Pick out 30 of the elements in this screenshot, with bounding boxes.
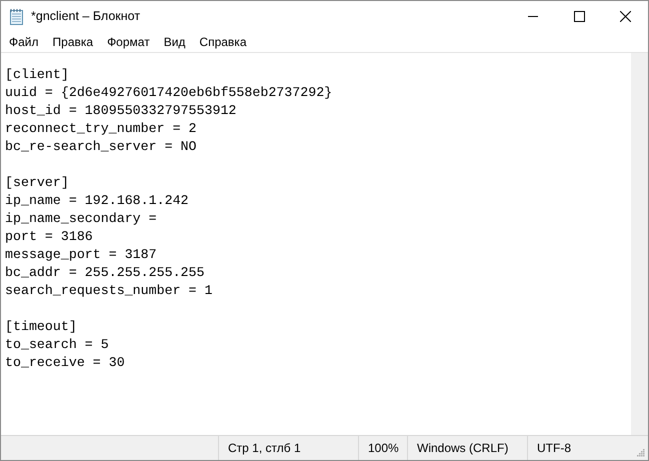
menu-item[interactable]: Вид — [156, 32, 192, 50]
section-header: [timeout] — [5, 318, 77, 336]
text-line: bc_re-search_server = NO — [5, 138, 197, 156]
section-header: [server] — [5, 174, 69, 192]
encoding: UTF-8 — [537, 441, 571, 455]
vertical-scrollbar[interactable] — [631, 53, 648, 435]
text-line: ip_name_secondary = — [5, 210, 157, 228]
section-header: [client] — [5, 66, 69, 84]
text-line: ip_name = 192.168.1.242 — [5, 192, 189, 210]
text-line: to_search = 5 — [5, 336, 109, 354]
text-line: bc_addr = 255.255.255.255 — [5, 264, 204, 282]
cursor-position: Стр 1, стлб 1 — [228, 441, 301, 455]
text-line: reconnect_try_number = 2 — [5, 120, 197, 138]
maximize-icon — [574, 10, 584, 22]
resize-grip-icon[interactable] — [637, 449, 645, 457]
menu-item[interactable]: Правка — [46, 32, 100, 50]
text-line: search_requests_number = 1 — [5, 282, 212, 300]
text-line: uuid = {2d6e49276017420eb6bf558eb2737292} — [5, 84, 332, 102]
zoom-level: 100% — [368, 441, 399, 455]
text-line: port = 3186 — [5, 228, 93, 246]
menu-item[interactable]: Формат — [100, 32, 157, 50]
text-line: to_receive = 30 — [5, 354, 125, 372]
line-endings: Windows (CRLF) — [417, 441, 508, 455]
text-line: host_id = 1809550332797553912 — [5, 102, 236, 120]
notepad-icon — [9, 8, 25, 24]
menu-item[interactable]: Справка — [192, 32, 254, 50]
close-icon — [620, 10, 630, 22]
menu-item[interactable]: Файл — [2, 32, 46, 50]
window-title: *gnclient – Блокнот — [31, 9, 140, 23]
text-line: message_port = 3187 — [5, 246, 157, 264]
